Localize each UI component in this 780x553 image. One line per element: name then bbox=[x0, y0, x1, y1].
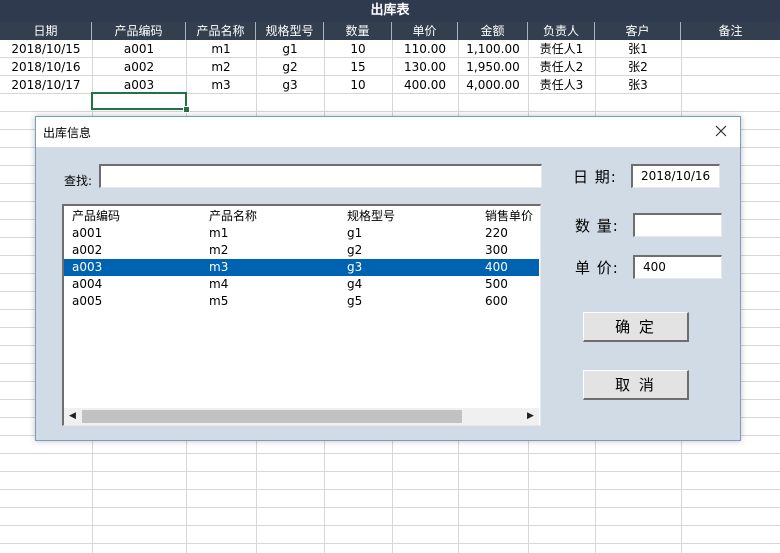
cell-owner[interactable]: 责任人3 bbox=[528, 76, 595, 94]
list-item-code: a004 bbox=[72, 277, 103, 291]
scroll-right-icon[interactable]: ▶ bbox=[522, 408, 539, 425]
scrollbar-thumb[interactable] bbox=[82, 410, 462, 423]
listbox-header-name: 产品名称 bbox=[209, 209, 258, 223]
cell-unit-price[interactable]: 130.00 bbox=[392, 58, 458, 76]
cell-amount[interactable]: 1,950.00 bbox=[458, 58, 528, 76]
cell-product-name[interactable]: m3 bbox=[186, 76, 256, 94]
list-item-spec: g1 bbox=[347, 226, 363, 240]
cell-quantity[interactable]: 10 bbox=[324, 40, 392, 58]
cell-unit-price[interactable]: 400.00 bbox=[392, 76, 458, 94]
confirm-button[interactable]: 确 定 bbox=[583, 312, 689, 342]
header-remark[interactable]: 备注 bbox=[681, 22, 780, 40]
cell-product-name[interactable]: m1 bbox=[186, 40, 256, 58]
date-label: 日 期: bbox=[573, 168, 617, 186]
sheet-title: 出库表 bbox=[0, 0, 780, 22]
cell-customer[interactable]: 张1 bbox=[595, 40, 681, 58]
cell-spec[interactable]: g1 bbox=[256, 40, 324, 58]
header-amount[interactable]: 金额 bbox=[458, 22, 528, 40]
header-spec[interactable]: 规格型号 bbox=[256, 22, 324, 40]
cancel-button[interactable]: 取 消 bbox=[583, 370, 689, 400]
search-label: 查找: bbox=[64, 174, 93, 188]
cell-date[interactable]: 2018/10/16 bbox=[0, 58, 92, 76]
cell-amount[interactable]: 4,000.00 bbox=[458, 76, 528, 94]
active-cell[interactable] bbox=[91, 92, 187, 110]
list-item-price: 600 bbox=[485, 294, 508, 308]
quantity-label: 数 量: bbox=[575, 217, 619, 235]
cell-customer[interactable]: 张3 bbox=[595, 76, 681, 94]
header-product-code[interactable]: 产品编码 bbox=[92, 22, 186, 40]
header-unit-price[interactable]: 单价 bbox=[392, 22, 458, 40]
cell-quantity[interactable]: 10 bbox=[324, 76, 392, 94]
listbox-header-code: 产品编码 bbox=[72, 209, 121, 223]
cell-owner[interactable]: 责任人2 bbox=[528, 58, 595, 76]
list-item-spec: g5 bbox=[347, 294, 363, 308]
list-item[interactable]: a004 m4 g4 500 bbox=[64, 276, 539, 293]
product-listbox[interactable]: 产品编码 产品名称 规格型号 销售单价 a001 m1 g1 220 a002 … bbox=[62, 204, 541, 426]
listbox-header-price: 销售单价 bbox=[485, 209, 534, 223]
list-item-name: m5 bbox=[209, 294, 229, 308]
cell-product-code[interactable]: a001 bbox=[92, 40, 186, 58]
cell-quantity[interactable]: 15 bbox=[324, 58, 392, 76]
table-row: 2018/10/15 a001 m1 g1 10 110.00 1,100.00… bbox=[0, 40, 780, 58]
cell-spec[interactable]: g2 bbox=[256, 58, 324, 76]
list-item-code: a003 bbox=[72, 260, 103, 274]
table-row: 2018/10/16 a002 m2 g2 15 130.00 1,950.00… bbox=[0, 58, 780, 76]
list-item[interactable]: a001 m1 g1 220 bbox=[64, 225, 539, 242]
header-quantity[interactable]: 数量 bbox=[324, 22, 392, 40]
cell-unit-price[interactable]: 110.00 bbox=[392, 40, 458, 58]
sheet-header-row: 日期 产品编码 产品名称 规格型号 数量 单价 金额 负责人 客户 备注 bbox=[0, 22, 780, 40]
list-item-price: 220 bbox=[485, 226, 508, 240]
close-icon[interactable] bbox=[710, 121, 732, 143]
list-item-spec: g4 bbox=[347, 277, 363, 291]
fill-handle[interactable] bbox=[183, 106, 190, 113]
cell-owner[interactable]: 责任人1 bbox=[528, 40, 595, 58]
list-item-selected[interactable]: a003 m3 g3 400 bbox=[64, 259, 539, 276]
header-product-name[interactable]: 产品名称 bbox=[186, 22, 256, 40]
close-icon-glyph bbox=[715, 125, 727, 137]
horizontal-scrollbar[interactable]: ◀ ▶ bbox=[64, 408, 539, 425]
header-customer[interactable]: 客户 bbox=[595, 22, 681, 40]
scroll-left-icon[interactable]: ◀ bbox=[64, 408, 81, 425]
list-item-price: 300 bbox=[485, 243, 508, 257]
price-label: 单 价: bbox=[575, 259, 619, 277]
list-item-price: 400 bbox=[485, 260, 508, 274]
quantity-field[interactable] bbox=[633, 213, 722, 237]
list-item-name: m3 bbox=[209, 260, 229, 274]
cell-spec[interactable]: g3 bbox=[256, 76, 324, 94]
list-item-code: a005 bbox=[72, 294, 103, 308]
list-item-name: m4 bbox=[209, 277, 229, 291]
outbound-info-dialog: 出库信息 查找: 日 期: 2018/10/16 数 量: 单 价: 400 产… bbox=[35, 116, 741, 441]
listbox-header-spec: 规格型号 bbox=[347, 209, 396, 223]
price-field[interactable]: 400 bbox=[633, 255, 722, 279]
dialog-title: 出库信息 bbox=[43, 126, 92, 140]
cell-date[interactable]: 2018/10/15 bbox=[0, 40, 92, 58]
list-item-code: a002 bbox=[72, 243, 103, 257]
cell-product-name[interactable]: m2 bbox=[186, 58, 256, 76]
list-item-name: m2 bbox=[209, 243, 229, 257]
search-input[interactable] bbox=[99, 164, 542, 188]
list-item-price: 500 bbox=[485, 277, 508, 291]
list-item-spec: g3 bbox=[347, 260, 363, 274]
cell-date[interactable]: 2018/10/17 bbox=[0, 76, 92, 94]
list-item-spec: g2 bbox=[347, 243, 363, 257]
list-item-code: a001 bbox=[72, 226, 103, 240]
list-item-name: m1 bbox=[209, 226, 229, 240]
header-owner[interactable]: 负责人 bbox=[528, 22, 595, 40]
list-item[interactable]: a005 m5 g5 600 bbox=[64, 293, 539, 310]
cell-customer[interactable]: 张2 bbox=[595, 58, 681, 76]
listbox-header: 产品编码 产品名称 规格型号 销售单价 bbox=[64, 208, 539, 225]
header-date[interactable]: 日期 bbox=[0, 22, 92, 40]
cell-product-code[interactable]: a002 bbox=[92, 58, 186, 76]
date-field[interactable]: 2018/10/16 bbox=[631, 164, 720, 188]
cell-amount[interactable]: 1,100.00 bbox=[458, 40, 528, 58]
list-item[interactable]: a002 m2 g2 300 bbox=[64, 242, 539, 259]
dialog-titlebar[interactable]: 出库信息 bbox=[36, 117, 740, 147]
